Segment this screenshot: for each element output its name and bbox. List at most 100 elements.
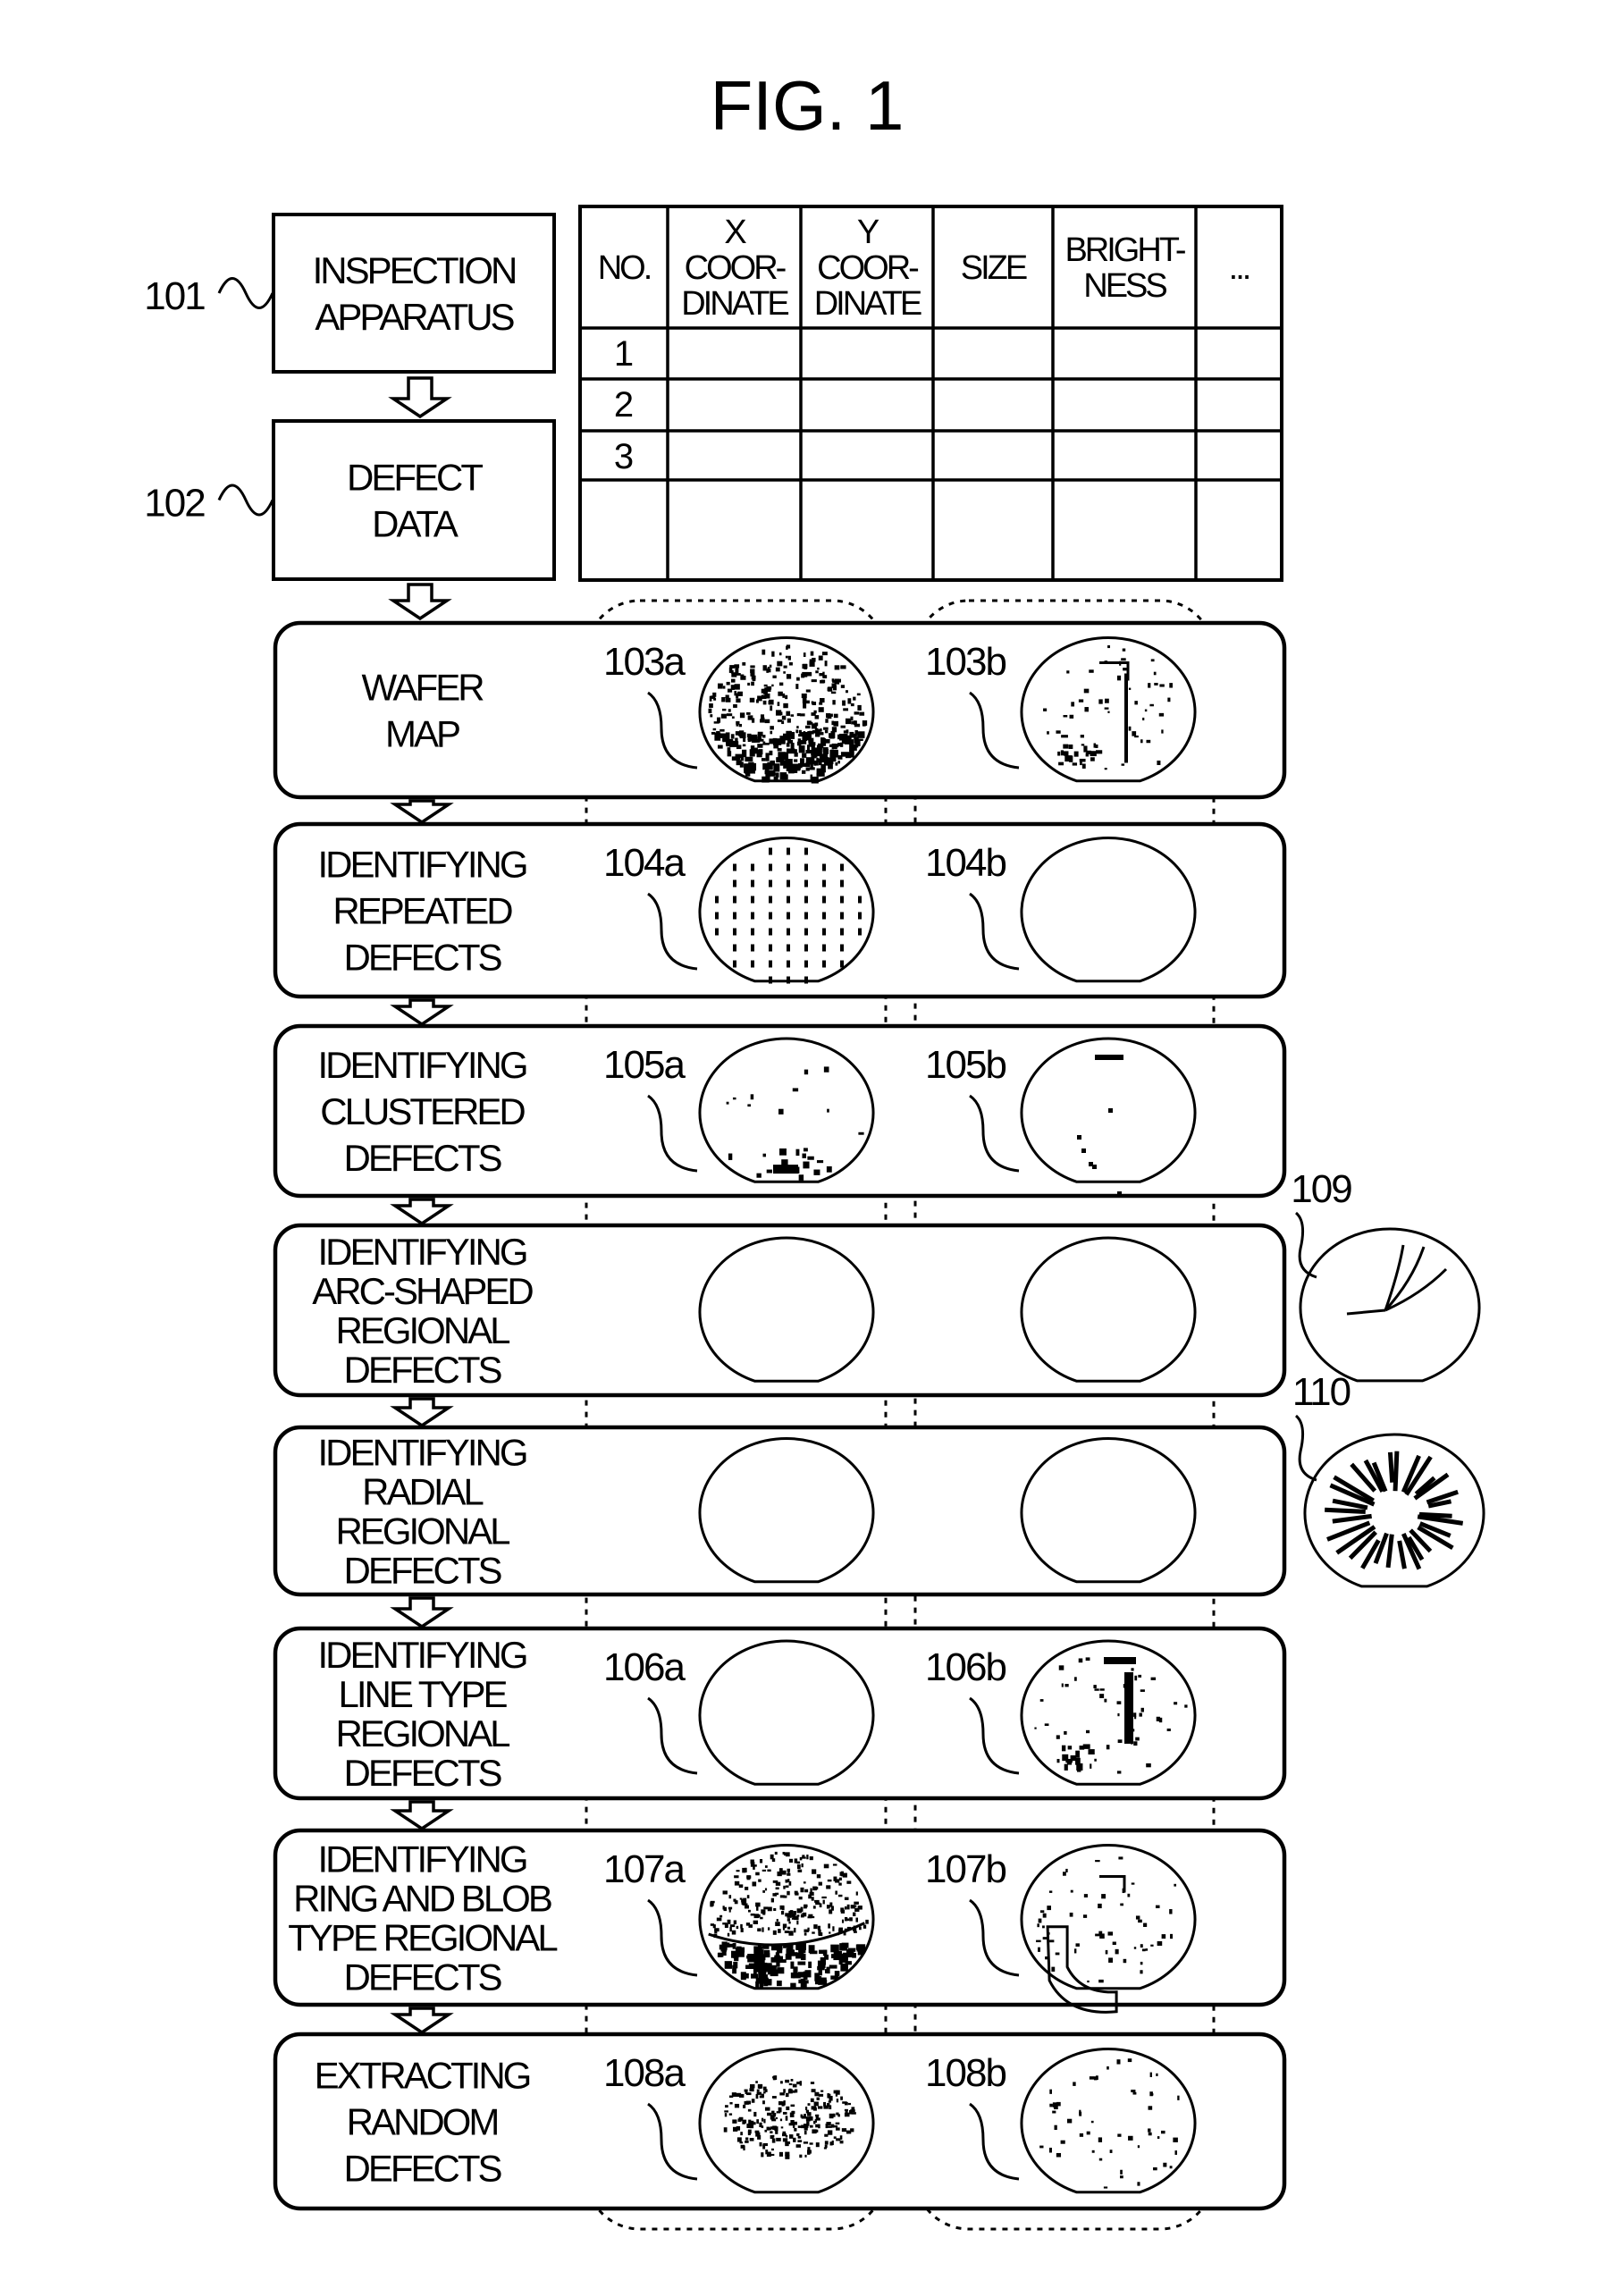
defect-dot [783,671,786,674]
defect-dot [736,2137,742,2142]
defect-dot [772,1880,778,1883]
defect-dot [1133,1741,1138,1746]
defect-dot [1054,2124,1057,2131]
stage-label: CLUSTERED [320,1090,525,1132]
defect-dot [804,1904,808,1908]
defect-dot [1128,2135,1133,2141]
defect-dot [1079,758,1086,762]
defect-dot [781,715,787,720]
defect-dot [1104,1698,1107,1703]
defect-dot [1117,1191,1122,1196]
defect-dot [1128,726,1132,731]
defect-dot [840,944,844,952]
defect-dot [1149,2093,1154,2096]
defect-dot [836,2099,839,2103]
defect-dot [856,693,861,696]
defect-dot [728,1895,732,1899]
defect-dot [824,660,828,667]
defect-dot [865,1919,869,1924]
defect-dot [1049,2103,1053,2108]
defect-dot [1120,2169,1123,2175]
defect-dot [822,1899,825,1905]
defect-dot [765,1980,772,1986]
defect-dot [774,1955,780,1961]
defect-dot [762,665,767,671]
defect-dot [811,679,817,683]
defect-dot [803,1980,809,1984]
defect-dot [749,697,755,703]
defect-dot [1155,1905,1160,1909]
defect-dot [797,2140,803,2142]
block-label: INSPECTION [313,249,516,291]
defect-dot [1157,2136,1160,2139]
defect-dot [795,729,799,734]
defect-dot [1083,1894,1088,1897]
defect-dot [796,1864,801,1870]
defect-dot [762,735,766,738]
defect-dot [790,743,795,752]
defect-dot [1169,1909,1173,1914]
defect-dot [763,1906,769,1910]
defect-dot [788,1931,794,1936]
stage-label: RANDOM [347,2101,498,2143]
defect-dot [719,1914,723,1918]
defect-dot [727,1919,731,1924]
defect-dot [1056,1759,1060,1763]
defect-dot [801,673,805,678]
defect-dot [840,896,844,904]
defect-dot [1067,1746,1073,1750]
defect-dot [745,1903,748,1906]
defect-dot [782,1851,786,1855]
reference-numeral: 109 [1291,1167,1351,1211]
defect-dot [764,2089,768,2092]
defect-dot [846,1918,850,1922]
defect-dot [715,912,719,920]
stage-label: REGIONAL [335,1309,509,1351]
defect-dot [858,912,862,920]
defect-dot [1123,1684,1126,1688]
flow-arrow-icon [390,1397,454,1428]
defect-dot [1132,731,1137,736]
defect-dot [757,2083,763,2089]
defect-dot [816,1874,821,1879]
defect-dot [740,1928,744,1932]
defect-dot [1116,675,1122,681]
reference-numeral: 108a [603,2051,686,2095]
defect-dot [751,747,758,754]
defect-dot [1107,645,1110,649]
stage-label: DEFECTS [343,1752,501,1794]
defect-dot [1053,2104,1058,2109]
stage-label: RING AND BLOB [293,1878,551,1920]
defect-dot [772,2076,776,2079]
defect-dot [817,667,820,670]
defect-dot [808,1894,812,1899]
defect-dot [709,703,713,708]
defect-dot [733,928,736,936]
defect-dot [1079,2109,1081,2115]
defect-dot [736,1870,740,1872]
defect-dot [814,722,819,727]
reference-numeral: 105a [603,1043,686,1087]
defect-dot [755,1977,764,1984]
defect-dot [1098,1979,1104,1983]
defect-dot [827,2093,830,2099]
defect-dot [1132,1729,1135,1732]
table-cell: 3 [614,437,634,476]
defect-dot [770,1897,775,1903]
defect-dot [738,1884,744,1889]
defect-dot [813,2101,819,2107]
defect-dot [769,960,772,968]
defect-dot [748,761,754,771]
stage-label: REPEATED [332,890,512,932]
defect-dot [858,896,862,904]
defect-dot [792,1088,799,1092]
process-stage: IDENTIFYINGARC-SHAPEDREGIONALDEFECTS [273,1223,1287,1398]
defect-dot [787,944,790,952]
defect-dot [853,720,856,725]
defect-dot [833,713,838,719]
defect-dot [840,960,844,968]
defect-dot [1039,1699,1044,1702]
defect-dot [790,731,795,739]
defect-dot [811,2089,816,2093]
defect-dot [790,2079,794,2082]
